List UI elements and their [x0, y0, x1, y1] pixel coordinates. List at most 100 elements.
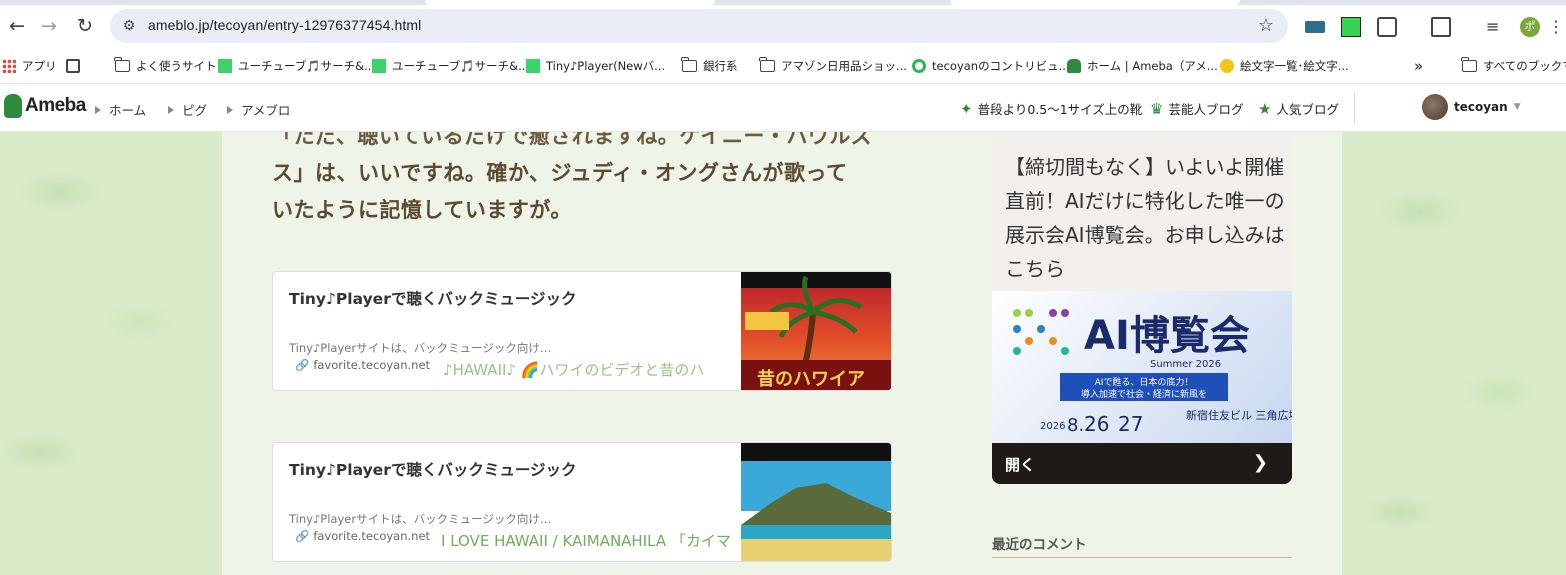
- ameba-icon: [1067, 59, 1081, 73]
- ameba-logo-text: Ameba: [25, 95, 86, 116]
- article-line: 「ただ、聴いているだけで癒されますね。ケイニー・ハウルズ: [272, 124, 873, 148]
- card-thumbnail: [741, 443, 891, 561]
- bookmark-folder[interactable]: 銀行系: [681, 57, 738, 75]
- profile-avatar-icon[interactable]: ポ: [1520, 17, 1540, 37]
- card-overlay-text: I LOVE HAWAII / KAIMANAHILA 「カイマ: [441, 532, 731, 550]
- ad-open-label: 開く: [1005, 456, 1036, 474]
- nav-label: アメブロ: [241, 103, 291, 118]
- ameba-logo[interactable]: Ameba: [4, 94, 86, 118]
- bookmark-label: よく使うサイト: [136, 59, 217, 73]
- browser-chrome: ← → ↻ ⚙ ameblo.jp/tecoyan/entry-12976377…: [0, 0, 1566, 84]
- bookmark-folder[interactable]: よく使うサイト: [114, 57, 217, 75]
- header-link-label: 普段より0.5〜1サイズ上の靴: [977, 102, 1143, 117]
- sidebar-promo-text[interactable]: 【締切間もなく】いよいよ開催直前！AIだけに特化した唯一の展示会AI博覧会。お申…: [1005, 150, 1285, 286]
- nav-label: ピグ: [182, 103, 208, 118]
- link-card[interactable]: Tiny♪Playerで聴くバックミュージック Tiny♪Playerサイトは、…: [272, 442, 892, 562]
- emoji-icon: [1220, 59, 1234, 73]
- menu-dots-icon[interactable]: ⋮: [1548, 17, 1566, 37]
- site-info-icon[interactable]: ⚙: [120, 17, 138, 35]
- reload-icon[interactable]: ↻: [72, 13, 98, 39]
- article-line: いたように記憶していますが。: [272, 198, 572, 222]
- reading-list-icon[interactable]: [1431, 17, 1451, 37]
- user-menu[interactable]: tecoyan ▼: [1422, 94, 1521, 120]
- bookmark-item[interactable]: Tiny♪Player(Newバ...: [526, 57, 665, 75]
- ad-venue: 新宿住友ビル 三角広場: [1186, 408, 1292, 422]
- apps-grid-icon: [2, 59, 16, 73]
- bookmark-tab-groups[interactable]: [66, 57, 80, 75]
- bookmark-label: アプリ: [22, 59, 57, 73]
- browser-toolbar: ← → ↻ ⚙ ameblo.jp/tecoyan/entry-12976377…: [0, 5, 1566, 47]
- bookmark-item[interactable]: ユーチューブ🎵サーチ&...: [218, 57, 375, 75]
- triangle-right-icon: [168, 105, 174, 114]
- card-host: 🔗 favorite.tecoyan.net: [295, 358, 430, 372]
- bookmark-label: 銀行系: [703, 59, 738, 73]
- nav-ameblo[interactable]: アメブロ: [227, 100, 290, 119]
- more-bookmarks-chevron-icon[interactable]: »: [1414, 57, 1423, 75]
- bookmark-item[interactable]: 絵文字一覧･絵文字...: [1220, 57, 1349, 75]
- bookmark-label: ユーチューブ🎵サーチ&...: [238, 59, 376, 73]
- ad-subtitle: Summer 2026: [1150, 359, 1221, 370]
- url-text[interactable]: ameblo.jp/tecoyan/entry-12976377454.html: [148, 17, 421, 33]
- avatar: [1422, 94, 1448, 120]
- ad-title: AI博覧会: [1084, 313, 1250, 359]
- extension-icon[interactable]: [1305, 21, 1325, 33]
- folder-icon: [759, 57, 775, 72]
- user-name: tecoyan: [1454, 100, 1508, 114]
- bookmark-label: Tiny♪Player(Newバ...: [546, 59, 666, 73]
- card-host-text: favorite.tecoyan.net: [313, 358, 431, 372]
- bookmark-label: ユーチューブ🎵サーチ&...: [392, 59, 530, 73]
- bookmark-label: 絵文字一覧･絵文字...: [1240, 59, 1349, 73]
- bookmark-item[interactable]: ユーチューブ🎵サーチ&...: [372, 57, 529, 75]
- bookmark-star-icon[interactable]: ☆: [1258, 15, 1274, 36]
- forward-arrow-icon[interactable]: →: [36, 13, 62, 39]
- nav-label: ホーム: [109, 103, 147, 118]
- header-link-label: 人気ブログ: [1276, 102, 1339, 117]
- site-icon: [218, 59, 232, 73]
- bookmark-folder[interactable]: アマゾン日用品ショッ...: [759, 57, 907, 75]
- ad-banner[interactable]: AI博覧会 Summer 2026 AIで甦る、日本の底力！ 導入加速で社会・経…: [992, 291, 1292, 443]
- header-link-popular[interactable]: ★ 人気ブログ: [1258, 99, 1339, 118]
- ad-open-button[interactable]: 開く ❯: [992, 443, 1292, 484]
- more-bookmarks-label: »: [1414, 57, 1424, 75]
- card-title: Tiny♪Playerで聴くバックミュージック: [289, 461, 577, 479]
- bookmarks-bar: アプリ よく使うサイト ユーチューブ🎵サーチ&... ユーチューブ🎵サーチ&..…: [0, 47, 1566, 84]
- bookmark-item[interactable]: tecoyanのコントリビュ...: [912, 57, 1070, 75]
- ameba-logo-icon: [4, 94, 22, 118]
- nav-pigg[interactable]: ピグ: [168, 100, 207, 119]
- bookmark-label: アマゾン日用品ショッ...: [781, 59, 907, 73]
- recent-comments-heading: 最近のコメント: [992, 537, 1087, 553]
- bookmark-label: ホーム | Ameba（アメ...: [1087, 59, 1218, 73]
- extension-icon[interactable]: [1341, 17, 1361, 37]
- bookmark-apps[interactable]: アプリ: [2, 57, 57, 75]
- all-bookmarks-folder[interactable]: すべてのブックマー: [1461, 57, 1566, 75]
- folder-icon: [114, 57, 130, 72]
- ad-tagline: AIで甦る、日本の底力！: [1095, 376, 1194, 388]
- triangle-right-icon: [95, 105, 101, 114]
- bookmark-label: tecoyanのコントリビュ...: [932, 59, 1070, 73]
- link-card[interactable]: Tiny♪Playerで聴くバックミュージック Tiny♪Playerサイトは、…: [272, 271, 892, 391]
- media-control-icon[interactable]: ≡: [1486, 17, 1506, 37]
- card-description: Tiny♪Playerサイトは、バックミュージック向け…: [289, 512, 552, 526]
- card-title: Tiny♪Playerで聴くバックミュージック: [289, 290, 577, 308]
- card-description: Tiny♪Playerサイトは、バックミュージック向け…: [289, 341, 552, 355]
- ad-tagline: 導入加速で社会・経済に新風を: [1081, 388, 1207, 400]
- address-bar[interactable]: ⚙ ameblo.jp/tecoyan/entry-12976377454.ht…: [110, 9, 1288, 43]
- back-arrow-icon[interactable]: ←: [4, 13, 30, 39]
- article-body: 「ただ、聴いているだけで癒されますね。ケイニー・ハウルズ ス」は、いいですね。確…: [272, 118, 892, 229]
- chevron-right-icon: ❯: [1252, 452, 1268, 473]
- extensions-puzzle-icon[interactable]: [1377, 17, 1397, 37]
- header-link-celebrity[interactable]: ♛ 芸能人ブログ: [1150, 99, 1243, 118]
- bookmark-item[interactable]: ホーム | Ameba（アメ...: [1067, 57, 1218, 75]
- header-link-shoes[interactable]: ✦ 普段より0.5〜1サイズ上の靴: [960, 99, 1142, 118]
- tab-groups-icon: [66, 59, 80, 73]
- card-overlay-text: ♪HAWAII♪ 🌈ハワイのビデオと昔のハ: [443, 361, 705, 379]
- chevron-down-icon: ▼: [1513, 102, 1521, 112]
- folder-icon: [1461, 57, 1477, 72]
- site-icon: [912, 59, 926, 73]
- diamond-head-illustration: [741, 443, 891, 561]
- card-host-text: favorite.tecoyan.net: [313, 529, 431, 543]
- header-link-label: 芸能人ブログ: [1168, 102, 1244, 117]
- ad-date-year: 2026: [1040, 421, 1065, 432]
- link-icon: 🔗: [295, 529, 310, 543]
- nav-home[interactable]: ホーム: [95, 100, 146, 119]
